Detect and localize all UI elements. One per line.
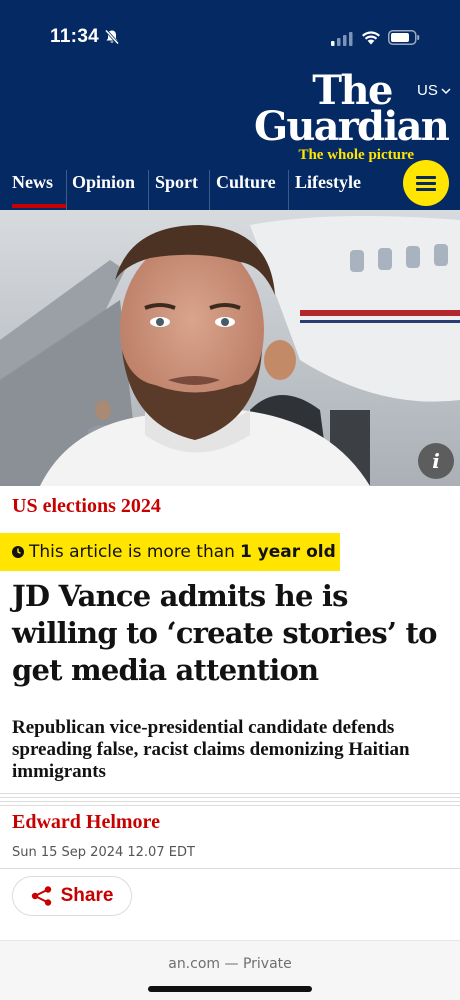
nav-active-indicator xyxy=(12,204,66,208)
home-indicator[interactable] xyxy=(148,986,312,992)
nav-item-culture[interactable]: Culture xyxy=(210,160,276,210)
nav-item-sport[interactable]: Sport xyxy=(149,160,198,210)
menu-button[interactable] xyxy=(403,160,449,206)
bell-slash-icon xyxy=(104,29,120,45)
clock-icon xyxy=(12,546,24,558)
hamburger-menu-icon xyxy=(416,176,436,179)
hero-image xyxy=(0,210,460,486)
nav-item-news[interactable]: News xyxy=(0,160,53,210)
divider-line xyxy=(0,805,460,806)
share-label: Share xyxy=(60,885,114,906)
age-notice-text: This article is more than xyxy=(29,542,235,562)
hamburger-menu-icon xyxy=(416,182,436,185)
article-age-notice: This article is more than 1 year old xyxy=(0,533,340,571)
status-bar: 11:34 xyxy=(0,0,460,76)
article-kicker[interactable]: US elections 2024 xyxy=(12,495,161,518)
primary-nav: News Opinion Sport Culture Lifestyle xyxy=(0,160,460,210)
section-divider xyxy=(0,793,460,807)
logo-line-2: Guardian xyxy=(254,103,450,150)
address-text: an.com — Private xyxy=(168,956,292,972)
hero-photo xyxy=(0,210,460,486)
image-info-button[interactable]: i xyxy=(418,443,454,479)
article-standfirst: Republican vice-presidential candidate d… xyxy=(12,717,410,782)
status-time: 11:34 xyxy=(50,26,100,47)
cellular-signal-icon xyxy=(331,32,353,46)
divider-line xyxy=(0,797,460,798)
article-headline: JD Vance admits he is willing to ‘create… xyxy=(12,579,437,687)
guardian-logo[interactable]: The Guardian The whole picture xyxy=(254,71,450,164)
nav-item-opinion[interactable]: Opinion xyxy=(66,160,135,210)
divider-line xyxy=(0,801,460,802)
wifi-icon xyxy=(362,31,380,45)
browser-address-bar[interactable]: an.com — Private xyxy=(0,940,460,1000)
masthead: 11:34 US The Guardian The whole picture … xyxy=(0,0,460,210)
publish-date: Sun 15 Sep 2024 12.07 EDT xyxy=(12,845,195,860)
share-button[interactable]: Share xyxy=(12,876,132,916)
share-icon xyxy=(31,886,51,906)
hamburger-menu-icon xyxy=(416,188,436,191)
author-byline[interactable]: Edward Helmore xyxy=(12,811,160,834)
nav-item-lifestyle[interactable]: Lifestyle xyxy=(289,160,361,210)
divider-line xyxy=(0,868,460,869)
divider-line xyxy=(0,793,460,794)
battery-icon xyxy=(388,30,420,45)
age-notice-duration: 1 year old xyxy=(239,542,336,562)
